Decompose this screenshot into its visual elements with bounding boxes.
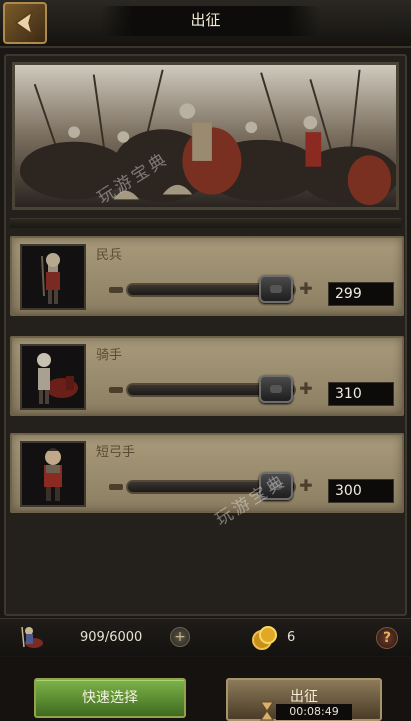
slider-fill xyxy=(128,385,273,395)
unit-row-rider: 骑手 ✚ 310 xyxy=(10,336,404,416)
increase-button[interactable]: ✚ xyxy=(298,281,314,297)
unit-name: 短弓手 xyxy=(96,445,136,460)
slider-fill xyxy=(128,482,273,492)
quantity-input[interactable]: 310 xyxy=(328,382,394,406)
march-label: 出征 xyxy=(290,689,318,705)
unit-portrait xyxy=(20,244,86,310)
unit-name: 骑手 xyxy=(96,348,123,363)
unit-portrait xyxy=(20,441,86,507)
unit-row-militia: 民兵 ✚ 299 xyxy=(10,236,404,316)
march-button[interactable]: 出征 00:08:49 xyxy=(226,678,382,721)
hourglass-icon xyxy=(260,701,274,721)
add-troops-button[interactable]: + xyxy=(170,627,190,647)
slider-handle[interactable] xyxy=(259,275,293,303)
cavalry-icon xyxy=(21,626,43,648)
troop-capacity: 909/6000 xyxy=(80,630,143,645)
decrease-button[interactable] xyxy=(109,484,123,490)
decrease-button[interactable] xyxy=(109,387,123,393)
decrease-button[interactable] xyxy=(109,287,123,293)
slider-handle[interactable] xyxy=(259,472,293,500)
back-arrow-icon xyxy=(14,10,34,36)
section-divider xyxy=(10,218,401,228)
quantity-input[interactable]: 300 xyxy=(328,479,394,503)
increase-button[interactable]: ✚ xyxy=(298,381,314,397)
unit-portrait xyxy=(20,344,86,410)
rider-icon xyxy=(37,353,78,404)
militia-icon xyxy=(41,253,60,304)
battle-banner-image xyxy=(12,62,399,210)
resource-bar: 909/6000 + 6 ? xyxy=(0,618,411,656)
back-button[interactable] xyxy=(3,2,47,44)
unit-name: 民兵 xyxy=(96,248,123,263)
coin-count: 6 xyxy=(287,630,296,645)
unit-row-shortbow: 短弓手 ✚ 300 xyxy=(10,433,404,513)
help-button[interactable]: ? xyxy=(376,627,398,649)
quantity-input[interactable]: 299 xyxy=(328,282,394,306)
slider-fill xyxy=(128,285,273,295)
march-timer: 00:08:49 xyxy=(276,704,352,720)
slider-handle[interactable] xyxy=(259,375,293,403)
quick-select-button[interactable]: 快速选择 xyxy=(34,678,186,718)
increase-button[interactable]: ✚ xyxy=(298,478,314,494)
archer-icon xyxy=(44,448,62,501)
top-bar: 出征 xyxy=(0,0,411,48)
gold-coin-icon xyxy=(252,626,277,650)
page-title: 出征 xyxy=(190,11,221,29)
